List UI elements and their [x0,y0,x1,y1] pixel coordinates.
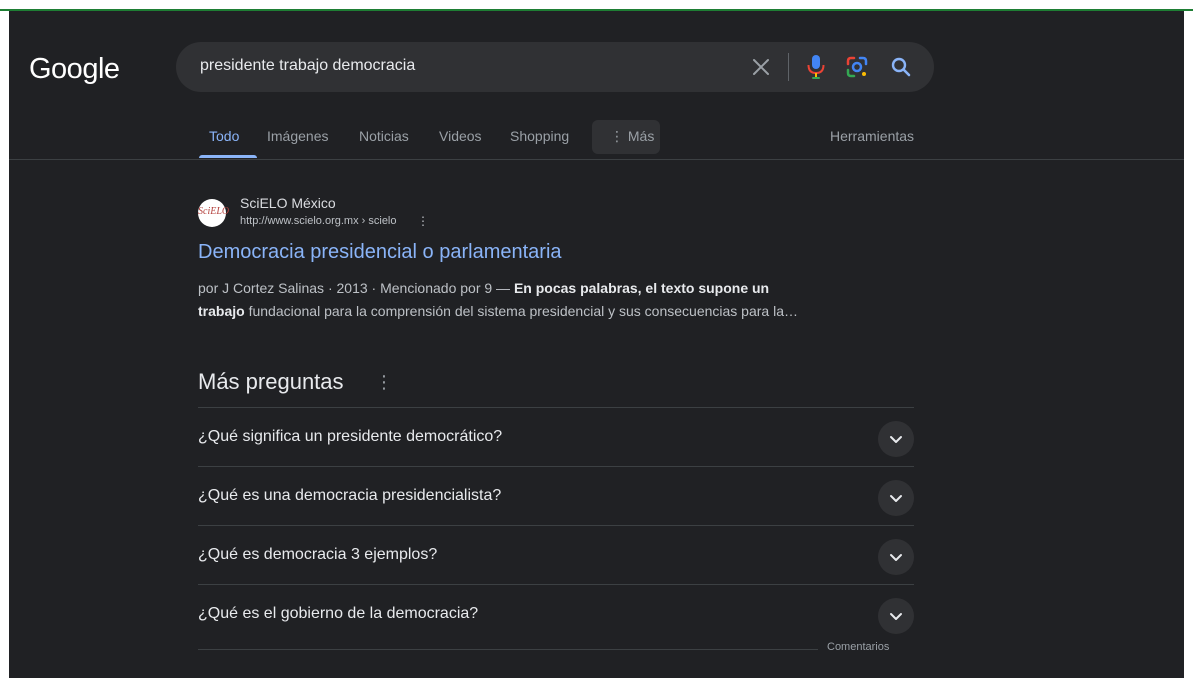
chevron-down-icon [890,613,902,620]
feedback-link[interactable]: Comentarios [827,641,889,653]
question-item[interactable]: ¿Qué es el gobierno de la democracia? [198,584,914,643]
screenshot-frame: Google presidente trabajo democracia Tod… [0,0,1193,683]
chevron-down-icon [890,495,902,502]
questions-bottom-divider [198,649,818,650]
google-logo[interactable]: Google [29,53,120,86]
question-text[interactable]: ¿Qué significa un presidente democrático… [198,428,502,446]
search-box[interactable]: presidente trabajo democracia [176,42,934,92]
question-text[interactable]: ¿Qué es una democracia presidencialista? [198,487,501,505]
question-item[interactable]: ¿Qué es democracia 3 ejemplos? [198,525,914,584]
tools-button[interactable]: Herramientas [830,128,914,144]
question-item[interactable]: ¿Qué es una democracia presidencialista? [198,466,914,525]
more-questions-options-icon[interactable]: ⋮ [375,372,393,393]
header-divider [9,159,1184,160]
search-results-page: Google presidente trabajo democracia Tod… [9,11,1184,678]
close-icon[interactable] [749,55,773,79]
result-title-link[interactable]: Democracia presidencial o parlamentaria [198,241,562,264]
snippet-meta: por J Cortez Salinas · 2013 · Mencionado… [198,280,514,296]
question-text[interactable]: ¿Qué es el gobierno de la democracia? [198,605,478,623]
window-top-edge [0,0,1193,9]
chevron-down-icon [890,436,902,443]
tab-imagenes[interactable]: Imágenes [267,128,328,144]
chevron-down-icon [890,554,902,561]
tab-noticias[interactable]: Noticias [359,128,409,144]
mic-icon[interactable] [804,53,828,81]
expand-question-button[interactable] [878,598,914,634]
more-questions-title: Más preguntas [198,369,344,394]
question-item[interactable]: ¿Qué significa un presidente democrático… [198,407,914,466]
expand-question-button[interactable] [878,539,914,575]
expand-question-button[interactable] [878,421,914,457]
tab-shopping[interactable]: Shopping [510,128,569,144]
favicon-logo-text: SciELO [198,206,230,217]
search-input[interactable]: presidente trabajo democracia [200,57,415,75]
lens-icon[interactable] [844,54,870,80]
question-text[interactable]: ¿Qué es democracia 3 ejemplos? [198,546,437,564]
tab-todo[interactable]: Todo [209,128,239,144]
tab-mas[interactable]: ⋮ Más [610,128,654,145]
more-options-icon[interactable]: ⋮ [417,214,429,228]
search-box-separator [788,53,789,81]
snippet-keyword: trabajo [198,303,245,319]
result-snippet: por J Cortez Salinas · 2013 · Mencionado… [198,277,898,323]
active-tab-indicator [199,155,257,158]
tab-videos[interactable]: Videos [439,128,482,144]
snippet-text: fundacional para la comprensión del sist… [244,303,798,319]
snippet-highlight: En pocas palabras, el texto supone un [513,280,770,296]
site-favicon: SciELO [198,199,230,227]
result-url[interactable]: http://www.scielo.org.mx › scielo [240,215,397,227]
search-icon[interactable] [888,54,914,80]
result-site-name[interactable]: SciELO México [240,195,336,211]
more-questions-list: ¿Qué significa un presidente democrático… [198,407,914,643]
expand-question-button[interactable] [878,480,914,516]
